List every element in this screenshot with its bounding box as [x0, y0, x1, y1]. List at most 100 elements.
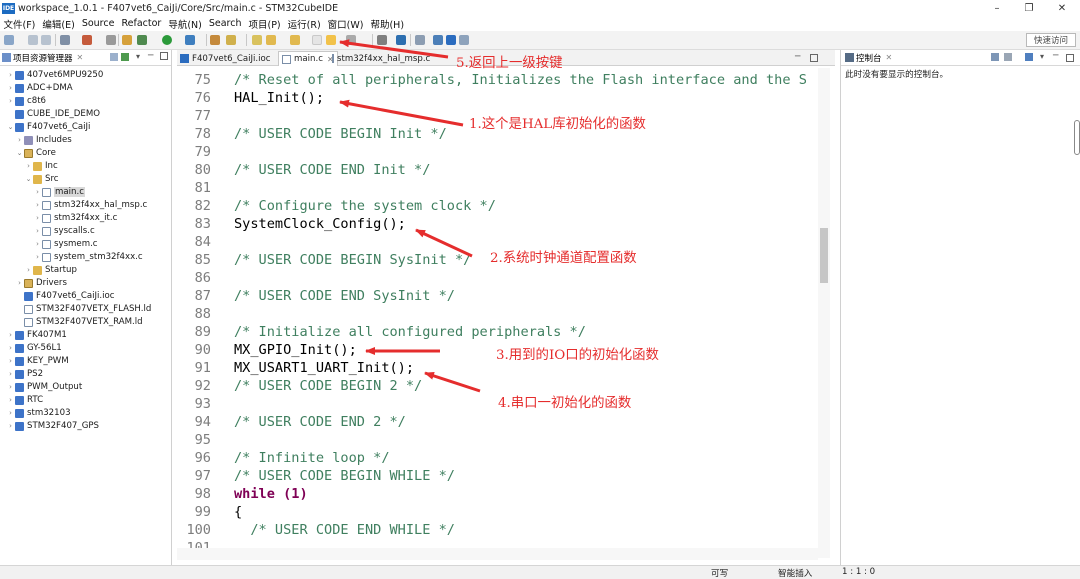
close-icon[interactable]: ✕	[886, 53, 893, 62]
expand-chevron-icon[interactable]: ›	[6, 71, 15, 79]
menu-refactor[interactable]: Refactor	[118, 18, 165, 29]
collapse-all-icon[interactable]	[110, 53, 118, 61]
forward-icon[interactable]	[346, 35, 356, 45]
maximize-view-icon[interactable]	[1066, 54, 1074, 62]
run-icon[interactable]	[162, 35, 172, 45]
close-icon[interactable]: ✕	[77, 53, 84, 62]
expand-chevron-icon[interactable]: ›	[6, 357, 15, 365]
annotation-icon[interactable]	[252, 35, 262, 45]
collapse-chevron-icon[interactable]: ⌄	[6, 123, 15, 131]
tree-item-key-pwm[interactable]: › KEY_PWM	[6, 355, 69, 367]
menu-edit[interactable]: 编辑(E)	[39, 17, 78, 31]
build-icon[interactable]	[82, 35, 92, 45]
minimize-icon[interactable]: –	[982, 0, 1012, 16]
menu-help[interactable]: 帮助(H)	[367, 17, 408, 31]
new-icon[interactable]	[4, 35, 14, 45]
maximize-view-icon[interactable]	[810, 54, 818, 62]
tree-item-stm32103[interactable]: › stm32103	[6, 407, 70, 419]
prev-annotation-icon[interactable]	[290, 35, 300, 45]
tree-item-pwm-output[interactable]: › PWM_Output	[6, 381, 82, 393]
close-icon[interactable]: ✕	[1047, 0, 1077, 16]
expand-chevron-icon[interactable]: ›	[15, 136, 24, 144]
expand-chevron-icon[interactable]: ›	[15, 279, 24, 287]
tree-item-cube-ide-demo[interactable]: CUBE_IDE_DEMO	[6, 108, 100, 120]
tab-hal-msp[interactable]: stm32f4xx_hal_msp.c	[329, 51, 433, 66]
quick-access-input[interactable]: 快速访问	[1026, 33, 1076, 47]
build-config-icon[interactable]	[60, 35, 70, 45]
menu-search[interactable]: Search	[205, 18, 245, 29]
editor-vertical-scrollbar[interactable]	[818, 68, 830, 558]
menu-file[interactable]: 文件(F)	[0, 17, 39, 31]
expand-chevron-icon[interactable]: ›	[33, 227, 42, 235]
expand-chevron-icon[interactable]: ›	[6, 97, 15, 105]
next-annotation-icon[interactable]	[266, 35, 276, 45]
tree-item-startup[interactable]: › Startup	[24, 264, 77, 276]
tree-item-c8t6[interactable]: › c8t6	[6, 95, 46, 107]
tree-item-core[interactable]: ⌄ Core	[15, 147, 56, 159]
tree-item-main-c[interactable]: › main.c	[33, 186, 85, 198]
expand-chevron-icon[interactable]: ›	[33, 214, 42, 222]
view-menu-icon[interactable]: ▾	[136, 52, 140, 61]
expand-chevron-icon[interactable]: ›	[6, 331, 15, 339]
tree-item-syscalls[interactable]: › syscalls.c	[33, 225, 95, 237]
expand-chevron-icon[interactable]: ›	[6, 396, 15, 404]
tree-item-sysmem[interactable]: › sysmem.c	[33, 238, 97, 250]
device-icon[interactable]	[106, 35, 116, 45]
open-type-icon[interactable]	[122, 35, 132, 45]
console-scrollbar[interactable]	[1074, 120, 1080, 155]
expand-chevron-icon[interactable]: ›	[24, 162, 33, 170]
open-console-icon[interactable]	[1025, 53, 1033, 61]
tree-item-ps2[interactable]: › PS2	[6, 368, 43, 380]
tree-item-ioc[interactable]: F407vet6_CaiJi.ioc	[15, 290, 115, 302]
expand-chevron-icon[interactable]: ›	[24, 266, 33, 274]
new-folder-icon[interactable]	[210, 35, 220, 45]
tree-item-src[interactable]: ⌄ Src	[24, 173, 59, 185]
minimize-view-icon[interactable]: ─	[148, 51, 153, 61]
tree-item-fk407m1[interactable]: › FK407M1	[6, 329, 67, 341]
link-editor-icon[interactable]	[121, 53, 129, 61]
tree-item-ram-ld[interactable]: STM32F407VETX_RAM.ld	[15, 316, 143, 328]
tree-item-adc-dma[interactable]: › ADC+DMA	[6, 82, 73, 94]
tree-item-f407vet6-caiji[interactable]: ⌄ F407vet6_CaiJi	[6, 121, 91, 133]
tab-ioc[interactable]: F407vet6_CaiJi.ioc	[177, 51, 274, 66]
collapse-chevron-icon[interactable]: ⌄	[15, 149, 24, 157]
tree-item-inc[interactable]: › Inc	[24, 160, 58, 172]
expand-chevron-icon[interactable]: ›	[6, 370, 15, 378]
tree-item-it[interactable]: › stm32f4xx_it.c	[33, 212, 117, 224]
expand-chevron-icon[interactable]: ›	[33, 253, 42, 261]
minimize-view-icon[interactable]: ─	[795, 52, 800, 62]
editor-horizontal-scrollbar[interactable]	[177, 548, 818, 560]
pin-editor-icon[interactable]	[377, 35, 387, 45]
tree-item-drivers[interactable]: › Drivers	[15, 277, 67, 289]
maximize-view-icon[interactable]	[160, 52, 168, 60]
back-icon[interactable]	[326, 35, 336, 45]
tree-item-407vet6MPU9250[interactable]: › 407vet6MPU9250	[6, 69, 103, 81]
save-icon[interactable]	[28, 35, 38, 45]
menu-source[interactable]: Source	[78, 18, 118, 29]
menu-navigate[interactable]: 导航(N)	[165, 17, 206, 31]
scrollbar-thumb[interactable]	[820, 228, 828, 283]
tree-item-hal-msp[interactable]: › stm32f4xx_hal_msp.c	[33, 199, 147, 211]
tree-item-rtc[interactable]: › RTC	[6, 394, 43, 406]
code-area[interactable]: 75 /* Reset of all peripherals, Initializ…	[177, 68, 817, 548]
console-view-tab[interactable]: 控制台 ✕	[841, 50, 1080, 66]
expand-chevron-icon[interactable]: ›	[6, 344, 15, 352]
info-icon[interactable]	[396, 35, 406, 45]
collapse-chevron-icon[interactable]: ⌄	[24, 175, 33, 183]
cube-perspective-icon[interactable]	[433, 35, 443, 45]
menu-run[interactable]: 运行(R)	[284, 17, 324, 31]
explorer-view-tab[interactable]: 项目资源管理器 ✕ ▾ ─	[0, 50, 171, 66]
view-menu-icon[interactable]: ▾	[1040, 52, 1044, 61]
search-icon[interactable]	[226, 35, 236, 45]
expand-chevron-icon[interactable]: ›	[6, 84, 15, 92]
debug-perspective-icon[interactable]	[459, 35, 469, 45]
expand-chevron-icon[interactable]: ›	[33, 201, 42, 209]
external-tools-icon[interactable]	[185, 35, 195, 45]
tree-item-includes[interactable]: › Includes	[15, 134, 72, 146]
debug-icon[interactable]	[137, 35, 147, 45]
expand-chevron-icon[interactable]: ›	[6, 383, 15, 391]
tree-item-stm32f407-gps[interactable]: › STM32F407_GPS	[6, 420, 99, 432]
minimize-view-icon[interactable]: ─	[1053, 51, 1058, 61]
tree-item-system-stm32[interactable]: › system_stm32f4xx.c	[33, 251, 143, 263]
last-edit-icon[interactable]	[312, 35, 322, 45]
